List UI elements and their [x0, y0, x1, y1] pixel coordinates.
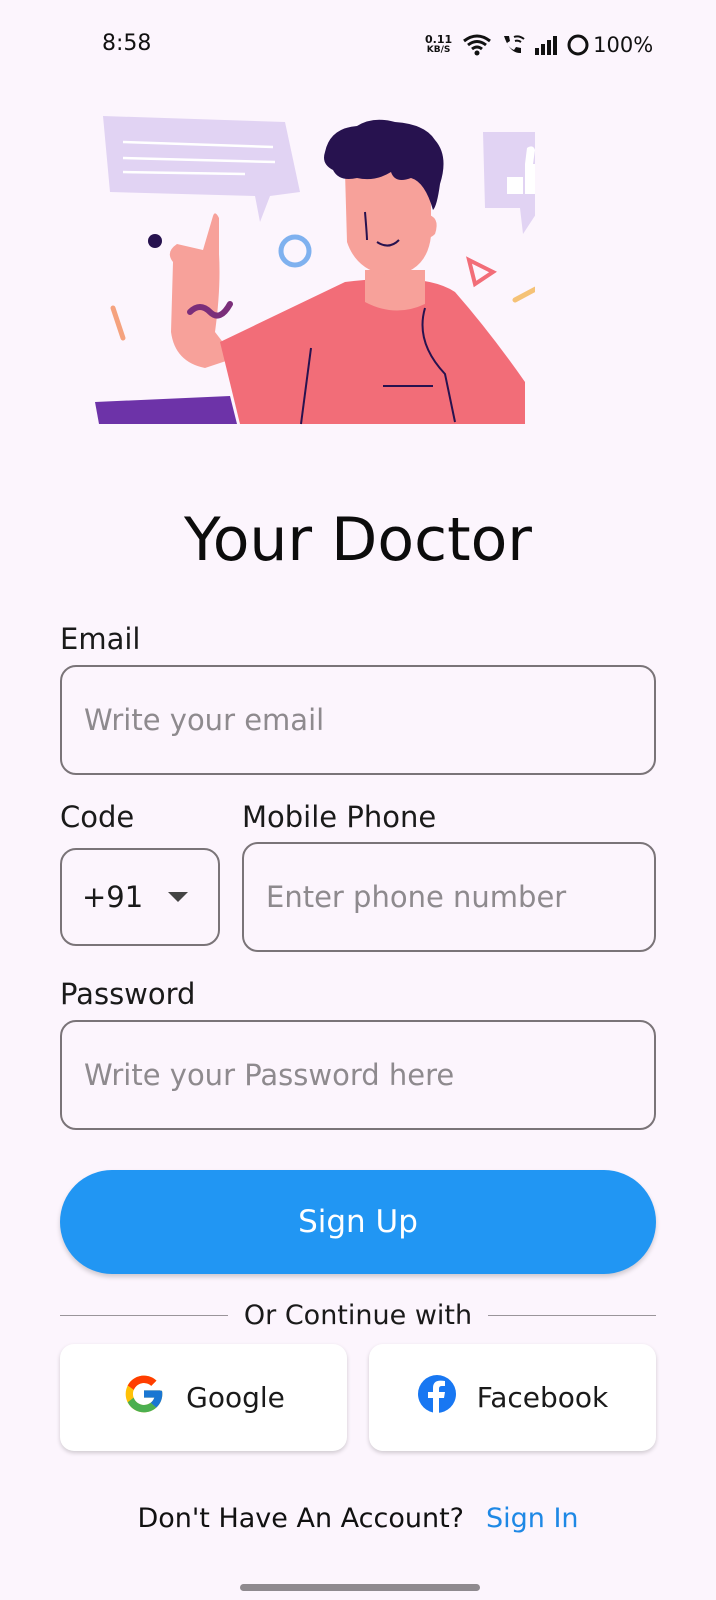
page-title: Your Doctor: [184, 505, 532, 575]
facebook-label: Facebook: [476, 1381, 609, 1414]
google-signin-button[interactable]: Google: [60, 1344, 347, 1451]
password-label: Password: [60, 977, 196, 1011]
facebook-signin-button[interactable]: Facebook: [369, 1344, 656, 1451]
wifi-icon: [462, 33, 492, 57]
phone-label: Mobile Phone: [242, 800, 437, 834]
divider-line-left: [60, 1314, 228, 1316]
net-speed-value: 0.11: [425, 33, 453, 46]
status-bar: 8:58 0.11 KB/S 100%: [0, 0, 716, 92]
battery-percent: 100%: [593, 33, 654, 57]
status-time: 8:58: [102, 31, 152, 56]
google-label: Google: [186, 1381, 285, 1414]
email-label: Email: [60, 622, 141, 656]
divider-text: Or Continue with: [243, 1299, 473, 1331]
home-indicator[interactable]: [240, 1584, 480, 1591]
signal-icon: [534, 34, 558, 56]
password-input[interactable]: [62, 1022, 654, 1128]
phone-input[interactable]: [244, 844, 654, 950]
password-field-box: [60, 1020, 656, 1130]
battery-icon: [566, 33, 590, 57]
net-speed-unit: KB/S: [426, 45, 451, 55]
code-label: Code: [60, 800, 135, 834]
dropdown-caret-icon: [168, 892, 188, 902]
country-code-value: +91: [82, 880, 144, 914]
signin-prompt: Don't Have An Account? Sign In: [0, 1503, 716, 1534]
country-code-select[interactable]: +91: [60, 848, 220, 946]
facebook-icon: [417, 1374, 457, 1421]
doctor-illustration: [95, 112, 578, 434]
email-input[interactable]: [62, 667, 654, 773]
email-field-box: [60, 665, 656, 775]
sign-in-link[interactable]: Sign In: [486, 1503, 579, 1534]
status-icons: 0.11 KB/S 100%: [425, 30, 653, 60]
wifi-calling-icon: [500, 33, 526, 57]
continue-with-divider: Or Continue with: [60, 1296, 656, 1334]
divider-line-right: [488, 1314, 656, 1316]
sign-up-button[interactable]: Sign Up: [60, 1170, 656, 1274]
google-icon: [122, 1372, 166, 1423]
no-account-text: Don't Have An Account?: [137, 1503, 464, 1534]
phone-field-box: [242, 842, 656, 952]
net-speed: 0.11 KB/S: [425, 34, 452, 56]
